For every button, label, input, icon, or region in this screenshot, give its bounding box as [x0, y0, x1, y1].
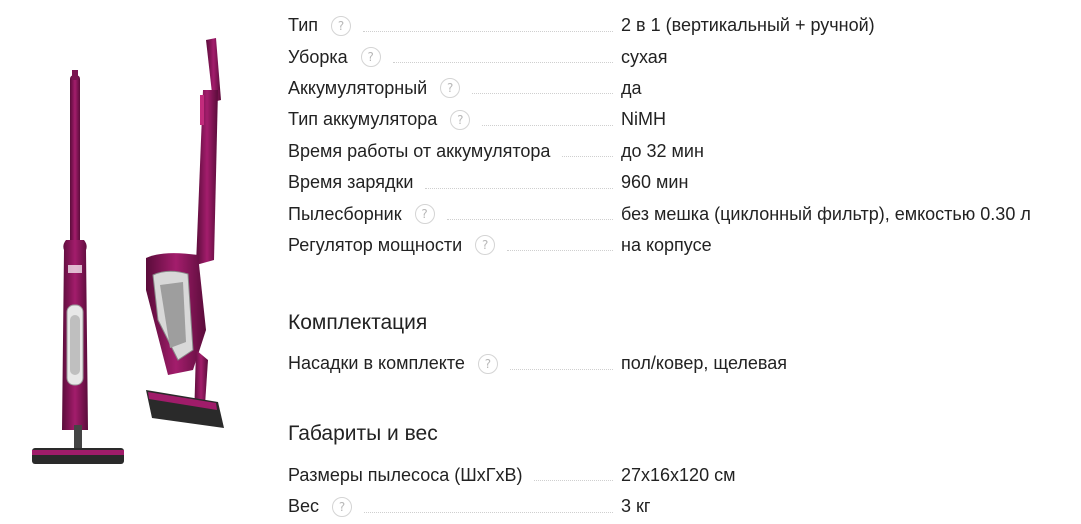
- spec-value: да: [621, 77, 642, 98]
- spec-value: 27х16х120 см: [621, 464, 736, 485]
- spec-label: Тип: [288, 15, 319, 36]
- question-circle-icon[interactable]: ?: [414, 204, 435, 225]
- spec-row-battery-type: Тип аккумулятора? NiMH: [288, 104, 1068, 135]
- spec-value: NiMH: [621, 109, 666, 130]
- spec-row-type: Тип? 2 в 1 (вертикальный + ручной): [288, 10, 1068, 41]
- spec-value: пол/ковер, щелевая: [621, 353, 787, 374]
- dotted-leader: [425, 187, 613, 189]
- dotted-leader: [562, 155, 613, 158]
- dotted-leader: [482, 124, 613, 126]
- dotted-leader: [472, 92, 613, 95]
- spec-label: Тип аккумулятора: [288, 109, 438, 130]
- spec-label: Пылесборник: [288, 203, 402, 224]
- spec-value: без мешка (циклонный фильтр), емкостью 0…: [621, 203, 1031, 224]
- question-circle-icon[interactable]: ?: [360, 47, 381, 68]
- spec-value: 3 кг: [621, 496, 651, 517]
- spec-value: 960 мин: [621, 172, 689, 193]
- spec-value: на корпусе: [621, 234, 712, 255]
- spec-label: Регулятор мощности: [288, 234, 463, 255]
- question-circle-icon[interactable]: ?: [331, 15, 352, 36]
- spec-value: 2 в 1 (вертикальный + ручной): [621, 15, 875, 36]
- spec-value: сухая: [621, 46, 668, 67]
- spec-label: Вес: [288, 496, 320, 517]
- spec-row-power-regulator: Регулятор мощности? на корпусе: [288, 230, 1068, 261]
- dotted-leader: [446, 218, 613, 221]
- section-title-dimensions: Габариты и вес: [288, 421, 438, 445]
- spec-label: Время работы от аккумулятора: [288, 140, 551, 161]
- question-circle-icon[interactable]: ?: [477, 353, 498, 374]
- spec-label: Насадки в комплекте: [288, 353, 465, 374]
- vacuum-cleaner-illustration: [32, 38, 224, 464]
- dotted-leader: [363, 30, 613, 32]
- question-circle-icon[interactable]: ?: [440, 78, 461, 99]
- dotted-leader: [509, 368, 613, 370]
- section-title-complectation: Комплектация: [288, 311, 428, 335]
- spec-row-cleaning: Уборка? сухая: [288, 41, 1068, 72]
- dotted-leader: [534, 479, 613, 482]
- vacuum-side-view: [146, 38, 224, 428]
- spec-label: Аккумуляторный: [288, 77, 428, 98]
- spec-value: до 32 мин: [621, 140, 704, 161]
- question-circle-icon[interactable]: ?: [450, 109, 471, 130]
- spec-row-battery-runtime: Время работы от аккумулятора до 32 мин: [288, 136, 1068, 167]
- product-image: [18, 30, 248, 480]
- dotted-leader: [364, 511, 613, 513]
- vacuum-front-view: [32, 70, 124, 464]
- spec-row-weight: Вес? 3 кг: [288, 491, 1068, 522]
- question-circle-icon[interactable]: ?: [332, 496, 353, 517]
- specifications-panel: Тип? 2 в 1 (вертикальный + ручной) Уборк…: [288, 10, 1068, 522]
- spec-row-size: Размеры пылесоса (ШхГхВ) 27х16х120 см: [288, 460, 1068, 491]
- spec-row-cordless: Аккумуляторный? да: [288, 73, 1068, 104]
- spec-row-dust-container: Пылесборник? без мешка (циклонный фильтр…: [288, 198, 1068, 229]
- main-specs-group: Тип? 2 в 1 (вертикальный + ручной) Уборк…: [288, 10, 1068, 261]
- spec-label: Время зарядки: [288, 172, 414, 193]
- dotted-leader: [507, 249, 613, 252]
- question-circle-icon[interactable]: ?: [475, 235, 496, 256]
- spec-label: Размеры пылесоса (ШхГхВ): [288, 464, 523, 485]
- spec-row-charge-time: Время зарядки 960 мин: [288, 167, 1068, 198]
- dotted-leader: [392, 61, 613, 64]
- spec-label: Уборка: [288, 46, 348, 67]
- spec-row-attachments: Насадки в комплекте? пол/ковер, щелевая: [288, 348, 1068, 379]
